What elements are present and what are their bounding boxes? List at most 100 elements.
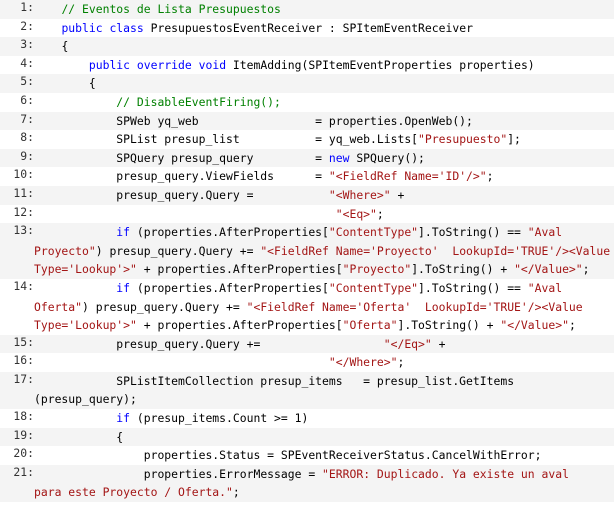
code-token: {: [34, 76, 96, 91]
code-line: public override void ItemAdding(SPItemEv…: [34, 56, 614, 75]
code-text: if (properties.AfterProperties["ContentT…: [34, 279, 614, 335]
code-line: Type='Lookup'>" + properties.AfterProper…: [34, 260, 614, 279]
code-token: Proyecto": [34, 243, 96, 258]
code-token: if: [116, 280, 131, 295]
code-row: 8: SPList presup_list = yq_web.Lists["Pr…: [0, 130, 614, 149]
code-line: properties.Status = SPEventReceiverStatu…: [34, 446, 614, 465]
code-token: // DisableEventFiring();: [116, 94, 281, 109]
code-token: (presup_query);: [34, 392, 137, 407]
code-text: if (presup_items.Count >= 1): [34, 409, 614, 428]
code-token: para este Proyecto / Oferta.": [34, 485, 233, 500]
code-line: SPList presup_list = yq_web.Lists["Presu…: [34, 130, 614, 149]
code-line: // DisableEventFiring();: [34, 93, 614, 112]
code-text: SPList presup_list = yq_web.Lists["Presu…: [34, 130, 614, 149]
code-token: override: [136, 57, 192, 72]
line-number: 3:: [20, 37, 34, 52]
code-token: "Presupuesto": [418, 132, 508, 147]
line-number: 1:: [20, 0, 34, 14]
line-number: 7:: [20, 111, 34, 126]
line-number: 4:: [20, 55, 34, 70]
code-line: if (presup_items.Count >= 1): [34, 409, 614, 428]
code-token: SPQuery presup_query =: [34, 150, 329, 165]
code-line: (presup_query);: [34, 390, 614, 409]
code-row: 9: SPQuery presup_query = new SPQuery();: [0, 148, 614, 168]
code-token: "Proyecto": [342, 262, 412, 277]
code-text: {: [34, 74, 614, 93]
code-token: ) presup_query.Query +=: [82, 299, 247, 314]
code-line: presup_query.Query += "</Eq>" +: [34, 335, 614, 354]
code-line: if (properties.AfterProperties["ContentT…: [34, 223, 614, 242]
code-line: SPListItemCollection presup_items = pres…: [34, 372, 614, 391]
code-text: SPWeb yq_web = properties.OpenWeb();: [34, 112, 614, 131]
code-token: ].ToString() ==: [418, 225, 528, 240]
line-number: 20:: [13, 446, 34, 461]
code-text: presup_query.ViewFields = "<FieldRef Nam…: [34, 167, 614, 186]
code-row: 7: SPWeb yq_web = properties.OpenWeb();: [0, 111, 614, 131]
code-line: presup_query.Query = "<Where>" +: [34, 186, 614, 205]
code-row: 1: // Eventos de Lista Presupuestos: [0, 0, 614, 19]
line-number: 21:: [13, 464, 34, 479]
line-number: 17:: [13, 371, 34, 386]
code-row: 10: presup_query.ViewFields = "<FieldRef…: [0, 167, 614, 186]
code-token: {: [34, 429, 124, 444]
code-token: Type='Lookup'>": [34, 318, 137, 333]
code-text: properties.Status = SPEventReceiverStatu…: [34, 446, 614, 465]
line-number: 8:: [20, 130, 34, 145]
code-text: SPListItemCollection presup_items = pres…: [34, 372, 614, 409]
code-row: 13: if (properties.AfterProperties["Cont…: [0, 223, 614, 279]
code-token: "</Value>": [500, 318, 569, 333]
code-token: presup_query.ViewFields =: [34, 169, 329, 184]
code-line: if (properties.AfterProperties["ContentT…: [34, 279, 614, 298]
code-row: 18: if (presup_items.Count >= 1): [0, 409, 614, 428]
code-token: ;: [568, 318, 576, 333]
code-token: public: [88, 57, 131, 72]
code-line: Proyecto") presup_query.Query += "<Field…: [34, 242, 614, 261]
code-line: {: [34, 74, 614, 93]
code-token: ];: [507, 132, 521, 147]
code-token: presup_query.Query +=: [34, 336, 384, 351]
code-token: "<Eq>": [335, 206, 377, 221]
code-token: class: [109, 20, 144, 35]
code-token: // Eventos de Lista Presupuestos: [61, 2, 281, 16]
code-token: "</Value>": [514, 262, 583, 277]
code-token: presup_query.Query =: [34, 187, 329, 202]
code-token: void: [198, 57, 227, 72]
code-line: para este Proyecto / Oferta.";: [34, 483, 614, 502]
code-token: "<FieldRef Name='Oferta' LookupId='TRUE'…: [246, 299, 583, 314]
code-token: + properties.AfterProperties[: [136, 318, 343, 333]
code-token: "</Where>": [328, 355, 398, 370]
code-token: ;: [376, 206, 384, 221]
line-number: 9:: [20, 148, 34, 163]
code-text: if (properties.AfterProperties["ContentT…: [34, 223, 614, 279]
code-token: ;: [582, 262, 590, 277]
code-token: properties.ErrorMessage =: [34, 466, 323, 481]
code-row: 4: public override void ItemAdding(SPIte…: [0, 55, 614, 75]
code-row: 11: presup_query.Query = "<Where>" +: [0, 185, 614, 205]
code-token: +: [390, 187, 405, 202]
code-token: "<FieldRef Name='ID'/>": [328, 169, 487, 184]
code-row: 15: presup_query.Query += "</Eq>" +: [0, 334, 614, 354]
code-line: public class PresupuestosEventReceiver :…: [34, 19, 614, 38]
code-text: public class PresupuestosEventReceiver :…: [34, 19, 614, 38]
code-line: "</Where>";: [34, 353, 614, 372]
code-token: ].ToString() ==: [418, 280, 528, 295]
code-line: SPQuery presup_query = new SPQuery();: [34, 149, 614, 168]
code-token: "ContentType": [328, 280, 419, 295]
code-token: SPList presup_list = yq_web.Lists[: [34, 132, 419, 147]
code-row: 12: "<Eq>";: [0, 204, 614, 224]
code-line: properties.ErrorMessage = "ERROR: Duplic…: [34, 465, 614, 484]
code-token: "Aval: [527, 225, 563, 240]
code-text: presup_query.Query = "<Where>" +: [34, 186, 614, 205]
code-line: Type='Lookup'>" + properties.AfterProper…: [34, 316, 614, 335]
code-token: "</Eq>": [383, 336, 432, 351]
code-text: // DisableEventFiring();: [34, 93, 614, 112]
code-token: "<FieldRef Name='Proyecto' LookupId='TRU…: [260, 243, 611, 258]
code-token: public: [61, 20, 103, 35]
code-token: ;: [397, 355, 405, 370]
